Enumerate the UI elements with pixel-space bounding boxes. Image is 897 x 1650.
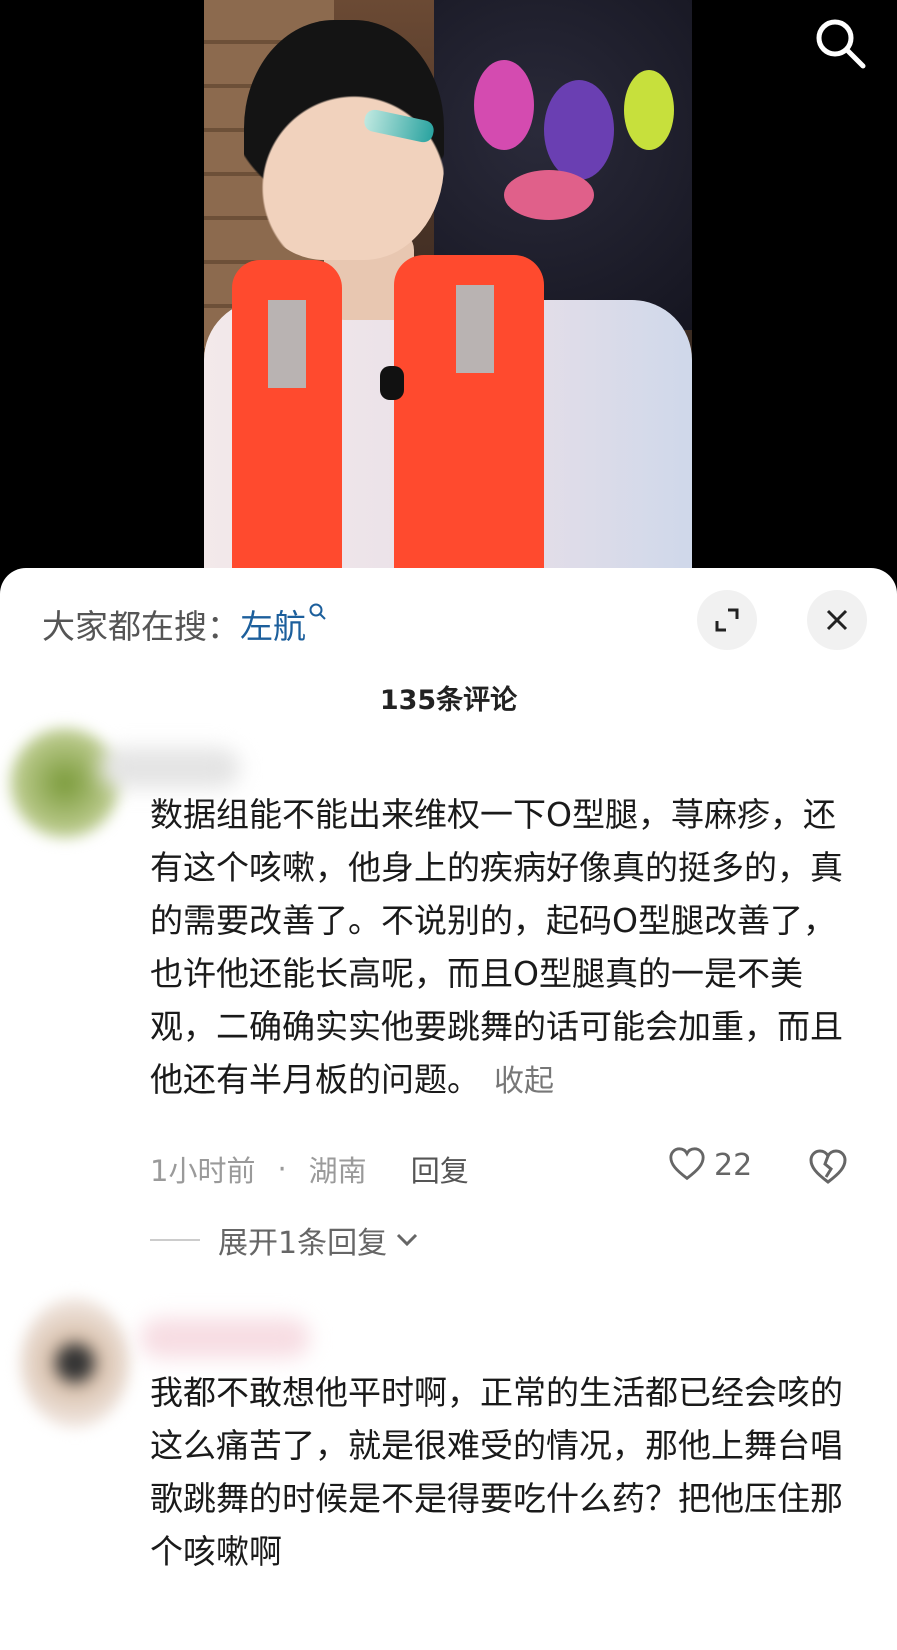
close-icon <box>826 609 848 631</box>
chevron-down-icon <box>397 1233 418 1247</box>
avatar[interactable] <box>10 728 120 838</box>
collapse-link[interactable]: 收起 <box>494 1064 554 1099</box>
divider-line <box>150 1239 200 1241</box>
close-button[interactable] <box>807 590 867 650</box>
keyword-search-icon <box>309 603 326 620</box>
expand-button[interactable] <box>697 590 757 650</box>
comment-time: 1小时前 <box>150 1154 256 1188</box>
search-icon <box>816 19 866 69</box>
trending-search-label: 大家都在搜： <box>42 607 240 646</box>
comment-body: 数据组能不能出来维权一下O型腿，荨麻疹，还有这个咳嗽，他身上的疾病好像真的挺多的… <box>150 795 843 1099</box>
comment-body: 我都不敢想他平时啊，正常的生活都已经会咳的这么痛苦了，就是很难受的情况，那他上舞… <box>150 1373 843 1571</box>
comment-location: 湖南 <box>308 1154 367 1188</box>
meta-separator: · <box>277 1152 287 1186</box>
avatar[interactable] <box>20 1298 130 1428</box>
video-person-mic <box>380 366 404 400</box>
trending-search-keyword[interactable]: 左航 <box>240 607 306 646</box>
trending-search-bar: 大家都在搜：左航 <box>42 600 328 648</box>
username[interactable] <box>140 1318 310 1358</box>
comment-meta: 1小时前 · 湖南 回复 <box>150 1148 469 1190</box>
life-vest-right <box>394 255 544 580</box>
comment-item: 数据组能不能出来维权一下O型腿，荨麻疹，还有这个咳嗽，他身上的疾病好像真的挺多的… <box>0 728 897 1288</box>
comment-text: 我都不敢想他平时啊，正常的生活都已经会咳的这么痛苦了，就是很难受的情况，那他上舞… <box>150 1366 860 1578</box>
video-player[interactable] <box>0 0 897 580</box>
life-vest-left <box>232 260 342 580</box>
comment-sheet: 大家都在搜：左航 135条评论 数据组能不能出来维权一下O型腿，荨麻疹，还有这个… <box>0 568 897 1650</box>
reply-button[interactable]: 回复 <box>411 1148 469 1190</box>
expand-icon <box>715 608 739 632</box>
comment-count: 135条评论 <box>379 685 518 716</box>
expand-replies-button[interactable]: 展开1条回复 <box>150 1218 421 1262</box>
username[interactable] <box>100 748 240 788</box>
search-button[interactable] <box>811 14 869 72</box>
comment-item: 我都不敢想他平时啊，正常的生活都已经会咳的这么痛苦了，就是很难受的情况，那他上舞… <box>0 1288 897 1650</box>
heart-icon <box>669 1147 705 1181</box>
video-frame <box>204 0 692 580</box>
comment-text: 数据组能不能出来维权一下O型腿，荨麻疹，还有这个咳嗽，他身上的疾病好像真的挺多的… <box>150 788 860 1108</box>
like-count: 22 <box>714 1147 753 1183</box>
broken-heart-icon[interactable] <box>808 1148 848 1188</box>
like-button[interactable]: 22 <box>668 1146 752 1184</box>
expand-replies-label: 展开1条回复 <box>218 1226 388 1261</box>
